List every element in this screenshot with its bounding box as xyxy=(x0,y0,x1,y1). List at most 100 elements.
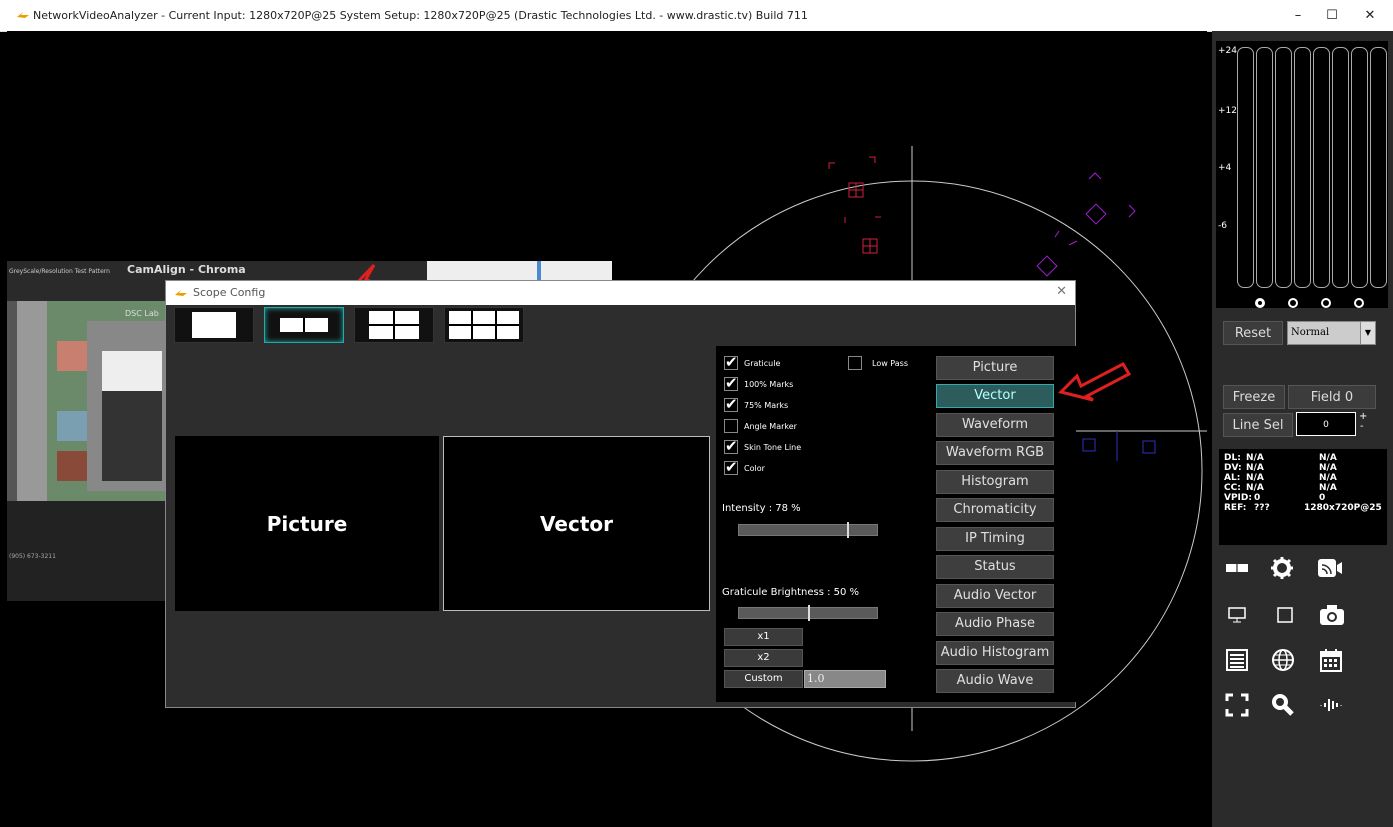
meter-channel-toggle[interactable] xyxy=(1321,298,1331,308)
checkbox-checked-icon xyxy=(724,353,738,371)
slider-knob[interactable] xyxy=(808,605,810,621)
field-button[interactable]: Field 0 xyxy=(1288,385,1376,409)
checkbox-checked-icon xyxy=(724,437,738,455)
scope-waveform-rgb-button[interactable]: Waveform RGB xyxy=(936,441,1054,465)
thumb-phone: (905) 673-3211 xyxy=(9,553,56,560)
audio-meters: +24 +12 +4 -6 xyxy=(1216,41,1388,308)
scope-status-button[interactable]: Status xyxy=(936,555,1054,579)
meter-bar xyxy=(1313,47,1330,288)
close-button[interactable]: ✕ xyxy=(1350,0,1390,31)
table-icon[interactable] xyxy=(1222,645,1252,675)
info-value: N/A xyxy=(1246,453,1264,463)
info-value: N/A xyxy=(1319,473,1337,483)
waveform-icon[interactable] xyxy=(1316,690,1346,720)
meter-bar xyxy=(1256,47,1273,288)
graticule-brightness-slider[interactable] xyxy=(738,605,878,621)
globe-icon[interactable] xyxy=(1268,645,1298,675)
meter-bar xyxy=(1237,47,1254,288)
graticule-brightness-label: Graticule Brightness : 50 % xyxy=(722,587,860,598)
scope-ip-timing-button[interactable]: IP Timing xyxy=(936,527,1054,551)
layout-six-button[interactable] xyxy=(444,307,524,343)
marks75-checkbox[interactable]: 75% Marks xyxy=(724,395,789,414)
graticule-checkbox[interactable]: Graticule xyxy=(724,353,781,372)
info-key: REF: xyxy=(1224,503,1247,513)
app-logo-icon xyxy=(175,290,187,296)
angle-marker-checkbox[interactable]: Angle Marker xyxy=(724,417,797,435)
low-pass-checkbox[interactable]: Low Pass xyxy=(848,354,908,372)
info-value: 0 xyxy=(1319,493,1326,503)
window-title: NetworkVideoAnalyzer - Current Input: 12… xyxy=(33,9,808,22)
zoom-custom-button[interactable]: Custom xyxy=(724,670,803,688)
maximize-button[interactable]: ☐ xyxy=(1312,0,1352,31)
scope-config-dialog: Scope Config ✕ Picture Vector Graticule … xyxy=(165,280,1076,708)
marks100-checkbox[interactable]: 100% Marks xyxy=(724,374,793,393)
scope-picture-button[interactable]: Picture xyxy=(936,356,1054,380)
scope-histogram-button[interactable]: Histogram xyxy=(936,470,1054,494)
gear-icon[interactable] xyxy=(1267,553,1297,583)
thumb-subtitle: GreyScale/Resolution Test Pattern xyxy=(9,268,110,275)
line-decrement[interactable]: - xyxy=(1360,421,1364,432)
info-value: N/A xyxy=(1319,453,1337,463)
search-icon[interactable] xyxy=(1268,690,1298,720)
meter-label-6: -6 xyxy=(1218,221,1227,231)
info-value: N/A xyxy=(1319,463,1337,473)
info-key: CC: xyxy=(1224,483,1241,493)
checkbox-label: Angle Marker xyxy=(744,421,797,431)
scope-audio-wave-button[interactable]: Audio Wave xyxy=(936,669,1054,693)
info-value: 1280x720P@25 xyxy=(1304,503,1382,513)
reset-button[interactable]: Reset xyxy=(1223,321,1283,345)
meter-channel-toggle[interactable] xyxy=(1255,298,1265,308)
checkbox-checked-icon xyxy=(724,395,738,413)
scope-audio-phase-button[interactable]: Audio Phase xyxy=(936,612,1054,636)
line-number-input[interactable]: 0 xyxy=(1296,412,1356,436)
scope-waveform-button[interactable]: Waveform xyxy=(936,413,1054,437)
meter-bar xyxy=(1275,47,1292,288)
preview-picture-pane[interactable]: Picture xyxy=(175,436,439,611)
meter-bar xyxy=(1370,47,1387,288)
monitor-icon[interactable] xyxy=(1222,600,1252,630)
fullscreen-icon[interactable] xyxy=(1222,690,1252,720)
scope-options-panel: Graticule 100% Marks 75% Marks Angle Mar… xyxy=(716,346,1076,702)
app-logo-icon xyxy=(17,12,29,18)
info-value: N/A xyxy=(1319,483,1337,493)
square-icon[interactable] xyxy=(1270,600,1300,630)
scope-audio-vector-button[interactable]: Audio Vector xyxy=(936,584,1054,608)
meter-label-24: +24 xyxy=(1218,46,1237,56)
info-key: DL: xyxy=(1224,453,1241,463)
checkbox-label: Color xyxy=(744,463,765,473)
layout-quad-button[interactable] xyxy=(354,307,434,343)
slider-knob[interactable] xyxy=(847,522,849,538)
dialog-close-button[interactable]: ✕ xyxy=(1056,284,1067,299)
cast-camera-icon[interactable] xyxy=(1315,553,1345,583)
meter-channel-toggle[interactable] xyxy=(1288,298,1298,308)
preview-vector-pane[interactable]: Vector xyxy=(443,436,710,611)
scope-audio-histogram-button[interactable]: Audio Histogram xyxy=(936,641,1054,665)
info-key: AL: xyxy=(1224,473,1241,483)
line-sel-button[interactable]: Line Sel xyxy=(1223,413,1293,437)
color-checkbox[interactable]: Color xyxy=(724,458,765,477)
layout-single-button[interactable] xyxy=(174,307,254,343)
meter-label-4: +4 xyxy=(1218,163,1232,173)
checkbox-label: Skin Tone Line xyxy=(744,442,802,452)
skin-tone-checkbox[interactable]: Skin Tone Line xyxy=(724,437,802,456)
meter-bar xyxy=(1294,47,1311,288)
checkbox-label: Graticule xyxy=(744,358,781,368)
checkbox-label: 75% Marks xyxy=(744,400,789,410)
checkbox-checked-icon xyxy=(724,458,738,476)
intensity-slider[interactable] xyxy=(738,522,878,538)
layout-dual-button[interactable] xyxy=(264,307,344,343)
scope-vector-button[interactable]: Vector xyxy=(936,384,1054,408)
zoom-x1-button[interactable]: x1 xyxy=(724,628,803,646)
freeze-button[interactable]: Freeze xyxy=(1223,385,1285,409)
zoom-x2-button[interactable]: x2 xyxy=(724,649,803,667)
meter-channel-toggle[interactable] xyxy=(1354,298,1364,308)
layout-icon[interactable] xyxy=(1222,553,1252,583)
mode-select[interactable]: Normal ▼ xyxy=(1287,321,1376,345)
checkbox-unchecked-icon xyxy=(848,356,862,370)
meter-bar xyxy=(1351,47,1368,288)
custom-zoom-input[interactable]: 1.0 xyxy=(804,670,886,688)
calendar-icon[interactable] xyxy=(1316,645,1346,675)
chevron-down-icon: ▼ xyxy=(1360,322,1375,344)
camera-icon[interactable] xyxy=(1317,600,1347,630)
scope-chromaticity-button[interactable]: Chromaticity xyxy=(936,498,1054,522)
